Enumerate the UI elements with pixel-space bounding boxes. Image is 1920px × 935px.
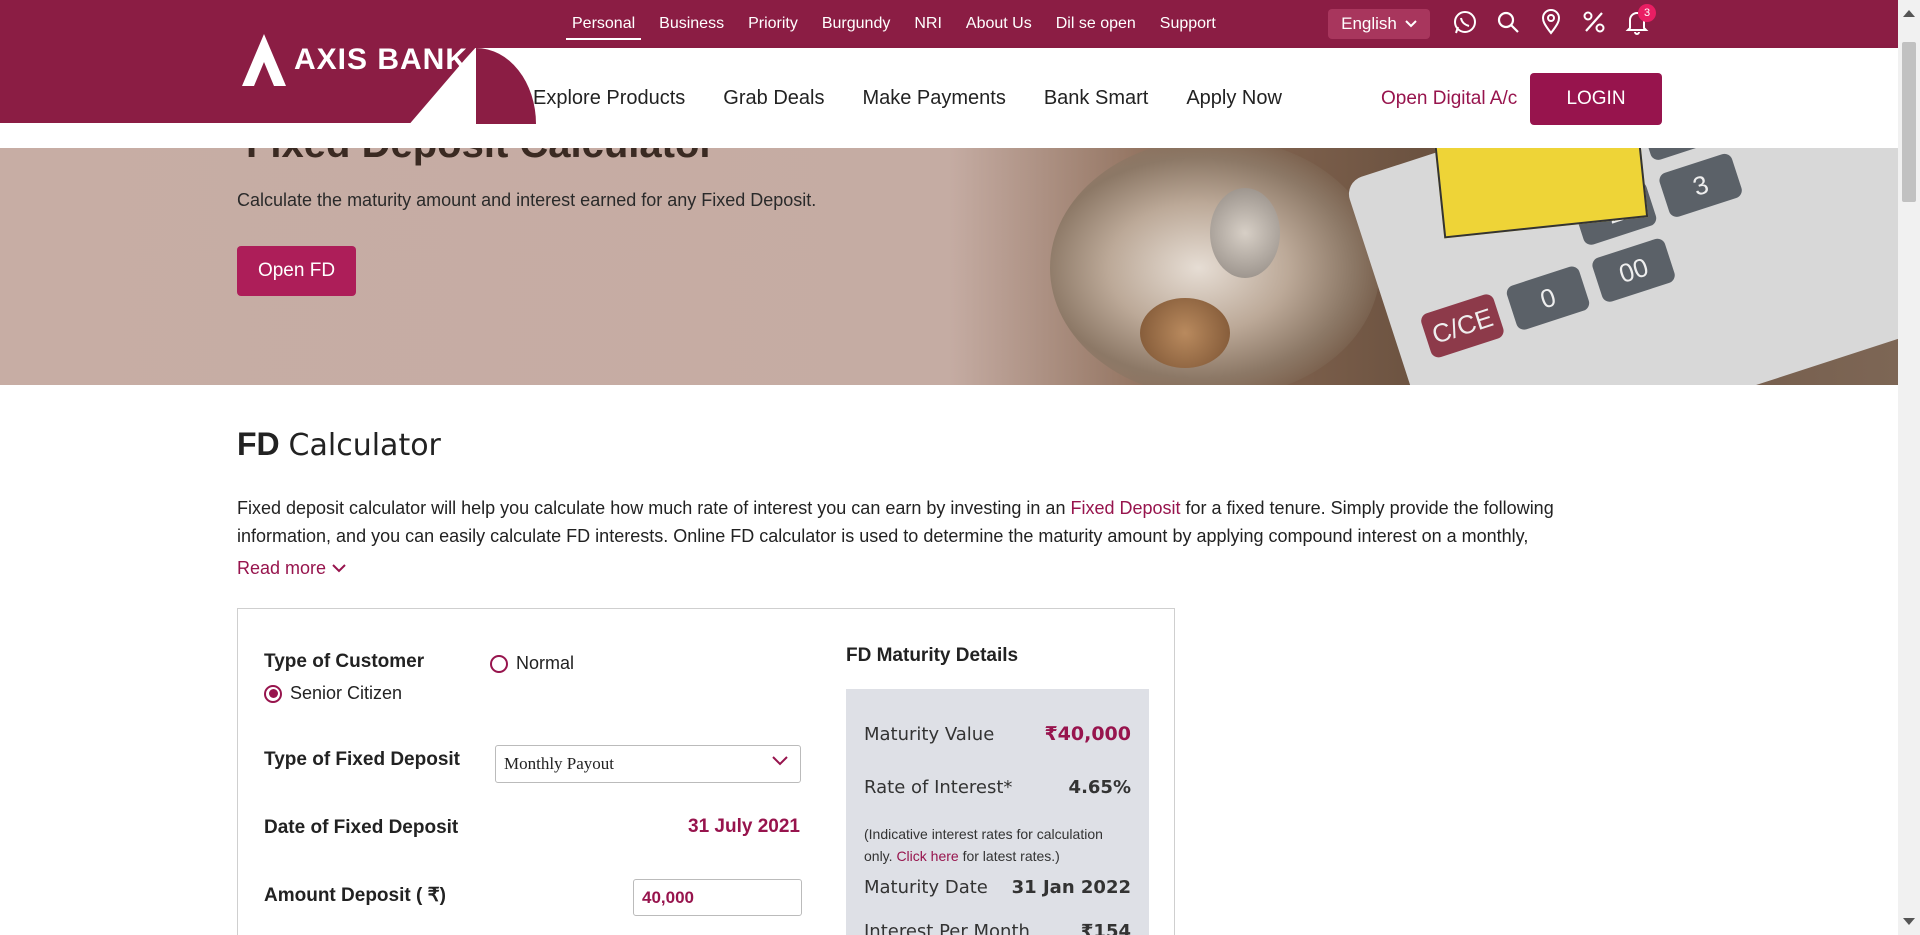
page-scrollbar[interactable] bbox=[1898, 0, 1920, 935]
maturity-details-panel: Maturity Value ₹40,000 Rate of Interest*… bbox=[846, 689, 1149, 935]
hero-title: Fixed Deposit Calculator bbox=[246, 148, 715, 167]
nav-grab-deals[interactable]: Grab Deals bbox=[723, 87, 824, 110]
amount-label: Amount Deposit ( ₹) bbox=[264, 885, 447, 906]
maturity-value: ₹40,000 bbox=[1044, 723, 1131, 745]
search-icon[interactable] bbox=[1495, 8, 1521, 36]
topnav-burgundy[interactable]: Burgundy bbox=[810, 0, 903, 48]
section-title-light: Calculator bbox=[288, 428, 441, 463]
axis-bank-logo[interactable]: AXIS BANK bbox=[240, 32, 468, 88]
amount-input[interactable]: 40,000 bbox=[633, 879, 802, 916]
axis-logo-icon bbox=[242, 34, 286, 86]
scroll-down-arrow-icon[interactable] bbox=[1903, 918, 1915, 925]
topnav-about-us[interactable]: About Us bbox=[954, 0, 1044, 48]
radio-senior-citizen-label: Senior Citizen bbox=[290, 683, 403, 703]
latest-rates-link[interactable]: Click here bbox=[896, 848, 958, 864]
language-label: English bbox=[1341, 14, 1397, 33]
rate-value: 4.65% bbox=[1068, 777, 1131, 798]
scroll-up-arrow-icon[interactable] bbox=[1903, 10, 1915, 17]
rate-row: Rate of Interest* 4.65% bbox=[864, 777, 1131, 798]
calculator-key: C/CE bbox=[1419, 292, 1506, 360]
radio-normal-label: Normal bbox=[516, 653, 575, 673]
rate-note: (Indicative interest rates for calculati… bbox=[864, 823, 1131, 867]
read-more-label: Read more bbox=[237, 558, 327, 578]
read-more-toggle[interactable]: Read more bbox=[237, 558, 346, 579]
topnav-personal[interactable]: Personal bbox=[560, 0, 647, 48]
notification-badge: 3 bbox=[1638, 4, 1656, 22]
bell-icon[interactable]: 3 bbox=[1624, 4, 1656, 36]
open-fd-button[interactable]: Open FD bbox=[237, 246, 356, 296]
open-digital-account-link[interactable]: Open Digital A/c bbox=[1381, 88, 1517, 110]
coin-image bbox=[1140, 298, 1230, 368]
fd-type-label: Type of Fixed Deposit bbox=[264, 749, 461, 770]
interest-month-row: Interest Per Month ₹154 bbox=[864, 921, 1131, 935]
topnav-business[interactable]: Business bbox=[647, 0, 736, 48]
rate-note-text-2: for latest rates.) bbox=[958, 848, 1060, 864]
fixed-deposit-link[interactable]: Fixed Deposit bbox=[1070, 498, 1180, 518]
percent-icon[interactable] bbox=[1581, 8, 1607, 36]
section-description: Fixed deposit calculator will help you c… bbox=[237, 494, 1637, 550]
fd-date-value[interactable]: 31 July 2021 bbox=[688, 816, 800, 838]
hero-banner: 0 00 2 3 6 9 C/CE Fixed Deposit Calculat… bbox=[0, 148, 1898, 385]
maturity-value-label: Maturity Value bbox=[864, 723, 995, 745]
maturity-date-label: Maturity Date bbox=[864, 877, 988, 898]
calculator-key: 3 bbox=[1657, 151, 1744, 219]
radio-normal[interactable]: Normal bbox=[490, 653, 574, 674]
whatsapp-icon[interactable] bbox=[1452, 8, 1478, 36]
calculator-key: 0 bbox=[1504, 264, 1592, 332]
customer-type-label: Type of Customer bbox=[264, 651, 425, 672]
radio-senior-citizen-circle[interactable] bbox=[264, 684, 282, 703]
topnav-priority[interactable]: Priority bbox=[736, 0, 810, 48]
nav-apply-now[interactable]: Apply Now bbox=[1186, 87, 1282, 110]
calculator-key: 00 bbox=[1590, 236, 1677, 304]
coin-image bbox=[1210, 188, 1280, 278]
brand-name: AXIS BANK bbox=[294, 43, 469, 76]
radio-normal-circle[interactable] bbox=[490, 654, 508, 673]
chevron-down-icon bbox=[772, 756, 788, 766]
interest-month-label: Interest Per Month bbox=[864, 921, 1030, 935]
rate-label: Rate of Interest* bbox=[864, 777, 1013, 798]
radio-senior-citizen[interactable]: Senior Citizen bbox=[264, 683, 402, 704]
section-title-bold: FD bbox=[237, 426, 280, 462]
nav-bank-smart[interactable]: Bank Smart bbox=[1044, 87, 1148, 110]
main-nav: Explore Products Grab Deals Make Payment… bbox=[533, 48, 1320, 148]
language-selector[interactable]: English bbox=[1328, 9, 1430, 39]
interest-month-value: ₹154 bbox=[1080, 921, 1131, 935]
maturity-value-row: Maturity Value ₹40,000 bbox=[864, 723, 1131, 745]
chevron-down-icon bbox=[332, 564, 346, 573]
fd-calculator-panel: Type of Customer Normal Senior Citizen T… bbox=[237, 608, 1175, 935]
hero-subtitle: Calculate the maturity amount and intere… bbox=[237, 190, 817, 210]
chevron-down-icon bbox=[1405, 20, 1417, 28]
topnav-dil-se-open[interactable]: Dil se open bbox=[1044, 0, 1148, 48]
section-title: FD Calculator bbox=[237, 426, 441, 463]
fd-type-value: Monthly Payout bbox=[504, 754, 615, 773]
scrollbar-thumb[interactable] bbox=[1902, 42, 1916, 202]
fd-date-label: Date of Fixed Deposit bbox=[264, 817, 459, 838]
maturity-date-value: 31 Jan 2022 bbox=[1011, 877, 1131, 898]
nav-make-payments[interactable]: Make Payments bbox=[862, 87, 1005, 110]
desc-text-1: Fixed deposit calculator will help you c… bbox=[237, 498, 1071, 518]
nav-explore-products[interactable]: Explore Products bbox=[533, 87, 685, 110]
topnav-support[interactable]: Support bbox=[1148, 0, 1228, 48]
login-button[interactable]: LOGIN bbox=[1530, 73, 1662, 125]
top-icon-group: 3 bbox=[1452, 4, 1656, 36]
top-nav: Personal Business Priority Burgundy NRI … bbox=[560, 0, 1228, 48]
fd-type-select[interactable]: Monthly Payout bbox=[495, 745, 801, 783]
location-pin-icon[interactable] bbox=[1538, 8, 1564, 36]
maturity-date-row: Maturity Date 31 Jan 2022 bbox=[864, 877, 1131, 898]
topnav-nri[interactable]: NRI bbox=[902, 0, 954, 48]
maturity-details-title: FD Maturity Details bbox=[846, 645, 1019, 666]
